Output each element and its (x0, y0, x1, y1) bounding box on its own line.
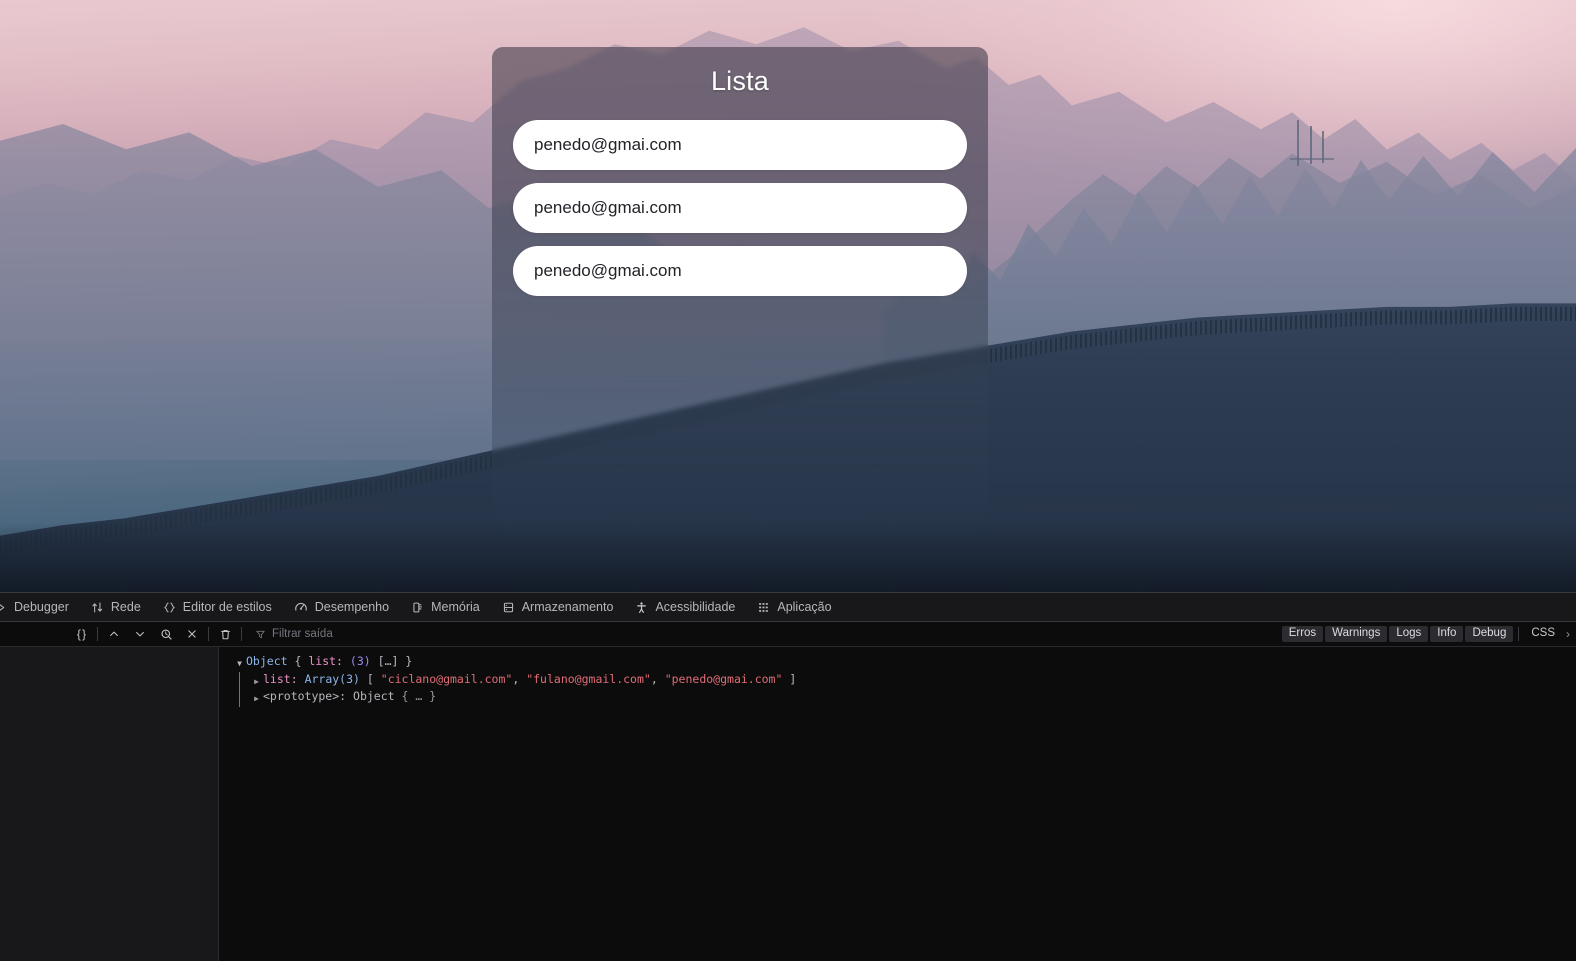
close-icon[interactable] (179, 624, 205, 645)
tab-desempenho[interactable]: Desempenho (283, 593, 400, 621)
tab-label: Memória (431, 600, 480, 614)
history-search-icon[interactable] (153, 624, 179, 645)
antenna-platform (1290, 158, 1334, 160)
console-toolbar-left-group: { } Filtrar saída (0, 624, 333, 645)
log-comma: , (650, 671, 658, 686)
performance-icon (294, 602, 307, 611)
list-item-email: penedo@gmai.com (534, 135, 682, 154)
network-icon (92, 602, 103, 612)
chevron-down-glyph (136, 631, 144, 637)
log-object-type: Object (246, 654, 288, 668)
tab-aplicacao[interactable]: Aplicação (746, 593, 842, 621)
console-filter-pills: Erros Warnings Logs Info Debug CSS › (1281, 622, 1572, 646)
tab-label: Aplicação (777, 600, 832, 614)
console-log-entry[interactable]: ▼ Object { list: (3) […] } ▶ list: Array… (219, 654, 1576, 707)
log-ellipsis: […] (377, 654, 399, 668)
multiline-glyph: { } (76, 627, 86, 641)
tab-acessibilidade[interactable]: Acessibilidade (624, 593, 746, 621)
toolbar-divider (208, 627, 209, 641)
email-list: penedo@gmai.com penedo@gmai.com penedo@g… (492, 120, 988, 296)
devtools-panel: Debugger Rede Editor de estilos Desempen… (0, 592, 1576, 961)
multiline-mode-icon[interactable]: { } (68, 624, 94, 645)
filter-pill-logs[interactable]: Logs (1389, 625, 1429, 643)
lista-card: Lista penedo@gmai.com penedo@gmai.com pe… (492, 47, 988, 544)
chevron-up-glyph (110, 631, 118, 637)
expand-triangle-open-icon[interactable]: ▼ (233, 654, 246, 672)
filter-pill-erros[interactable]: Erros (1281, 625, 1324, 643)
page-title: Lista (710, 66, 770, 96)
console-filter-input[interactable]: Filtrar saída (255, 628, 333, 640)
tab-label: Armazenamento (521, 600, 614, 614)
filter-pill-info[interactable]: Info (1430, 625, 1464, 643)
browser-viewport: Lista penedo@gmai.com penedo@gmai.com pe… (0, 0, 1576, 592)
log-array-type: Array(3) (304, 671, 360, 686)
tab-rede[interactable]: Rede (80, 593, 152, 621)
filter-pill-warnings[interactable]: Warnings (1325, 625, 1388, 643)
console-sidebar (0, 647, 219, 961)
list-item[interactable]: penedo@gmai.com (513, 183, 967, 233)
log-line-object-summary[interactable]: ▼ Object { list: (3) […] } (233, 654, 1576, 672)
filter-icon (256, 630, 265, 638)
toolbar-divider (241, 627, 242, 641)
filter-pill-css[interactable]: CSS (1524, 626, 1562, 643)
log-line-list-array[interactable]: ▶ list: Array(3) [ "ciclano@gmail.com", … (250, 672, 1576, 690)
tab-label: Rede (110, 600, 141, 614)
toolbar-divider (97, 627, 98, 641)
log-prop-key: list: (263, 671, 298, 686)
devtools-tab-bar: Debugger Rede Editor de estilos Desempen… (0, 593, 1576, 622)
list-item[interactable]: penedo@gmai.com (513, 246, 967, 296)
log-count: (3) (349, 654, 371, 668)
tab-debugger[interactable]: Debugger (0, 593, 80, 621)
log-open-bracket: [ (366, 671, 374, 686)
chevron-down-icon[interactable] (127, 624, 153, 645)
tab-label: Desempenho (314, 600, 390, 614)
expand-triangle-closed-icon[interactable]: ▶ (250, 672, 263, 690)
tab-editor-de-estilos[interactable]: Editor de estilos (152, 593, 283, 621)
close-glyph (188, 630, 196, 638)
console-toolbar: { } Filtrar saída Erros Warnings Logs In… (0, 622, 1576, 647)
overflow-chevron-icon[interactable]: › (1564, 627, 1572, 641)
chevron-up-icon[interactable] (101, 624, 127, 645)
log-array-value: "fulano@gmail.com" (526, 671, 651, 686)
trash-icon[interactable] (212, 624, 238, 645)
log-prototype-type: Object (353, 689, 395, 704)
storage-icon (503, 602, 513, 612)
log-array-value: "penedo@gmai.com" (664, 671, 783, 686)
console-filter-placeholder: Filtrar saída (272, 628, 333, 640)
tab-label: Debugger (14, 600, 69, 614)
tab-memoria[interactable]: Memória (400, 593, 491, 621)
filter-pill-debug[interactable]: Debug (1465, 625, 1514, 643)
accessibility-icon (637, 601, 647, 613)
log-close-bracket: ] (789, 671, 797, 686)
list-item-email: penedo@gmai.com (534, 198, 682, 217)
log-array-value: "ciclano@gmail.com" (380, 671, 513, 686)
debugger-icon (0, 603, 5, 611)
trash-glyph (220, 629, 230, 639)
toolbar-divider (1518, 627, 1520, 641)
tab-label: Acessibilidade (655, 600, 736, 614)
log-prototype-key: <prototype>: (263, 689, 347, 704)
tab-label: Editor de estilos (182, 600, 272, 614)
application-icon (759, 602, 769, 612)
expand-triangle-closed-icon[interactable]: ▶ (250, 689, 263, 707)
list-item-email: penedo@gmai.com (534, 261, 682, 280)
log-close-brace: } (405, 654, 413, 668)
log-nested-properties: ▶ list: Array(3) [ "ciclano@gmail.com", … (239, 671, 1576, 707)
log-line-prototype[interactable]: ▶ <prototype>: Object { … } (250, 689, 1576, 707)
log-key-list: list: (308, 654, 343, 668)
history-search-glyph (160, 628, 172, 640)
memory-icon (413, 602, 423, 612)
log-comma: , (512, 671, 520, 686)
tab-armazenamento[interactable]: Armazenamento (491, 593, 625, 621)
console-output: ▼ Object { list: (3) […] } ▶ list: Array… (219, 647, 1576, 961)
log-open-brace: { (294, 654, 302, 668)
style-editor-icon (164, 602, 175, 612)
list-item[interactable]: penedo@gmai.com (513, 120, 967, 170)
console-body: ▼ Object { list: (3) […] } ▶ list: Array… (0, 647, 1576, 961)
log-prototype-body: { … } (401, 689, 437, 704)
